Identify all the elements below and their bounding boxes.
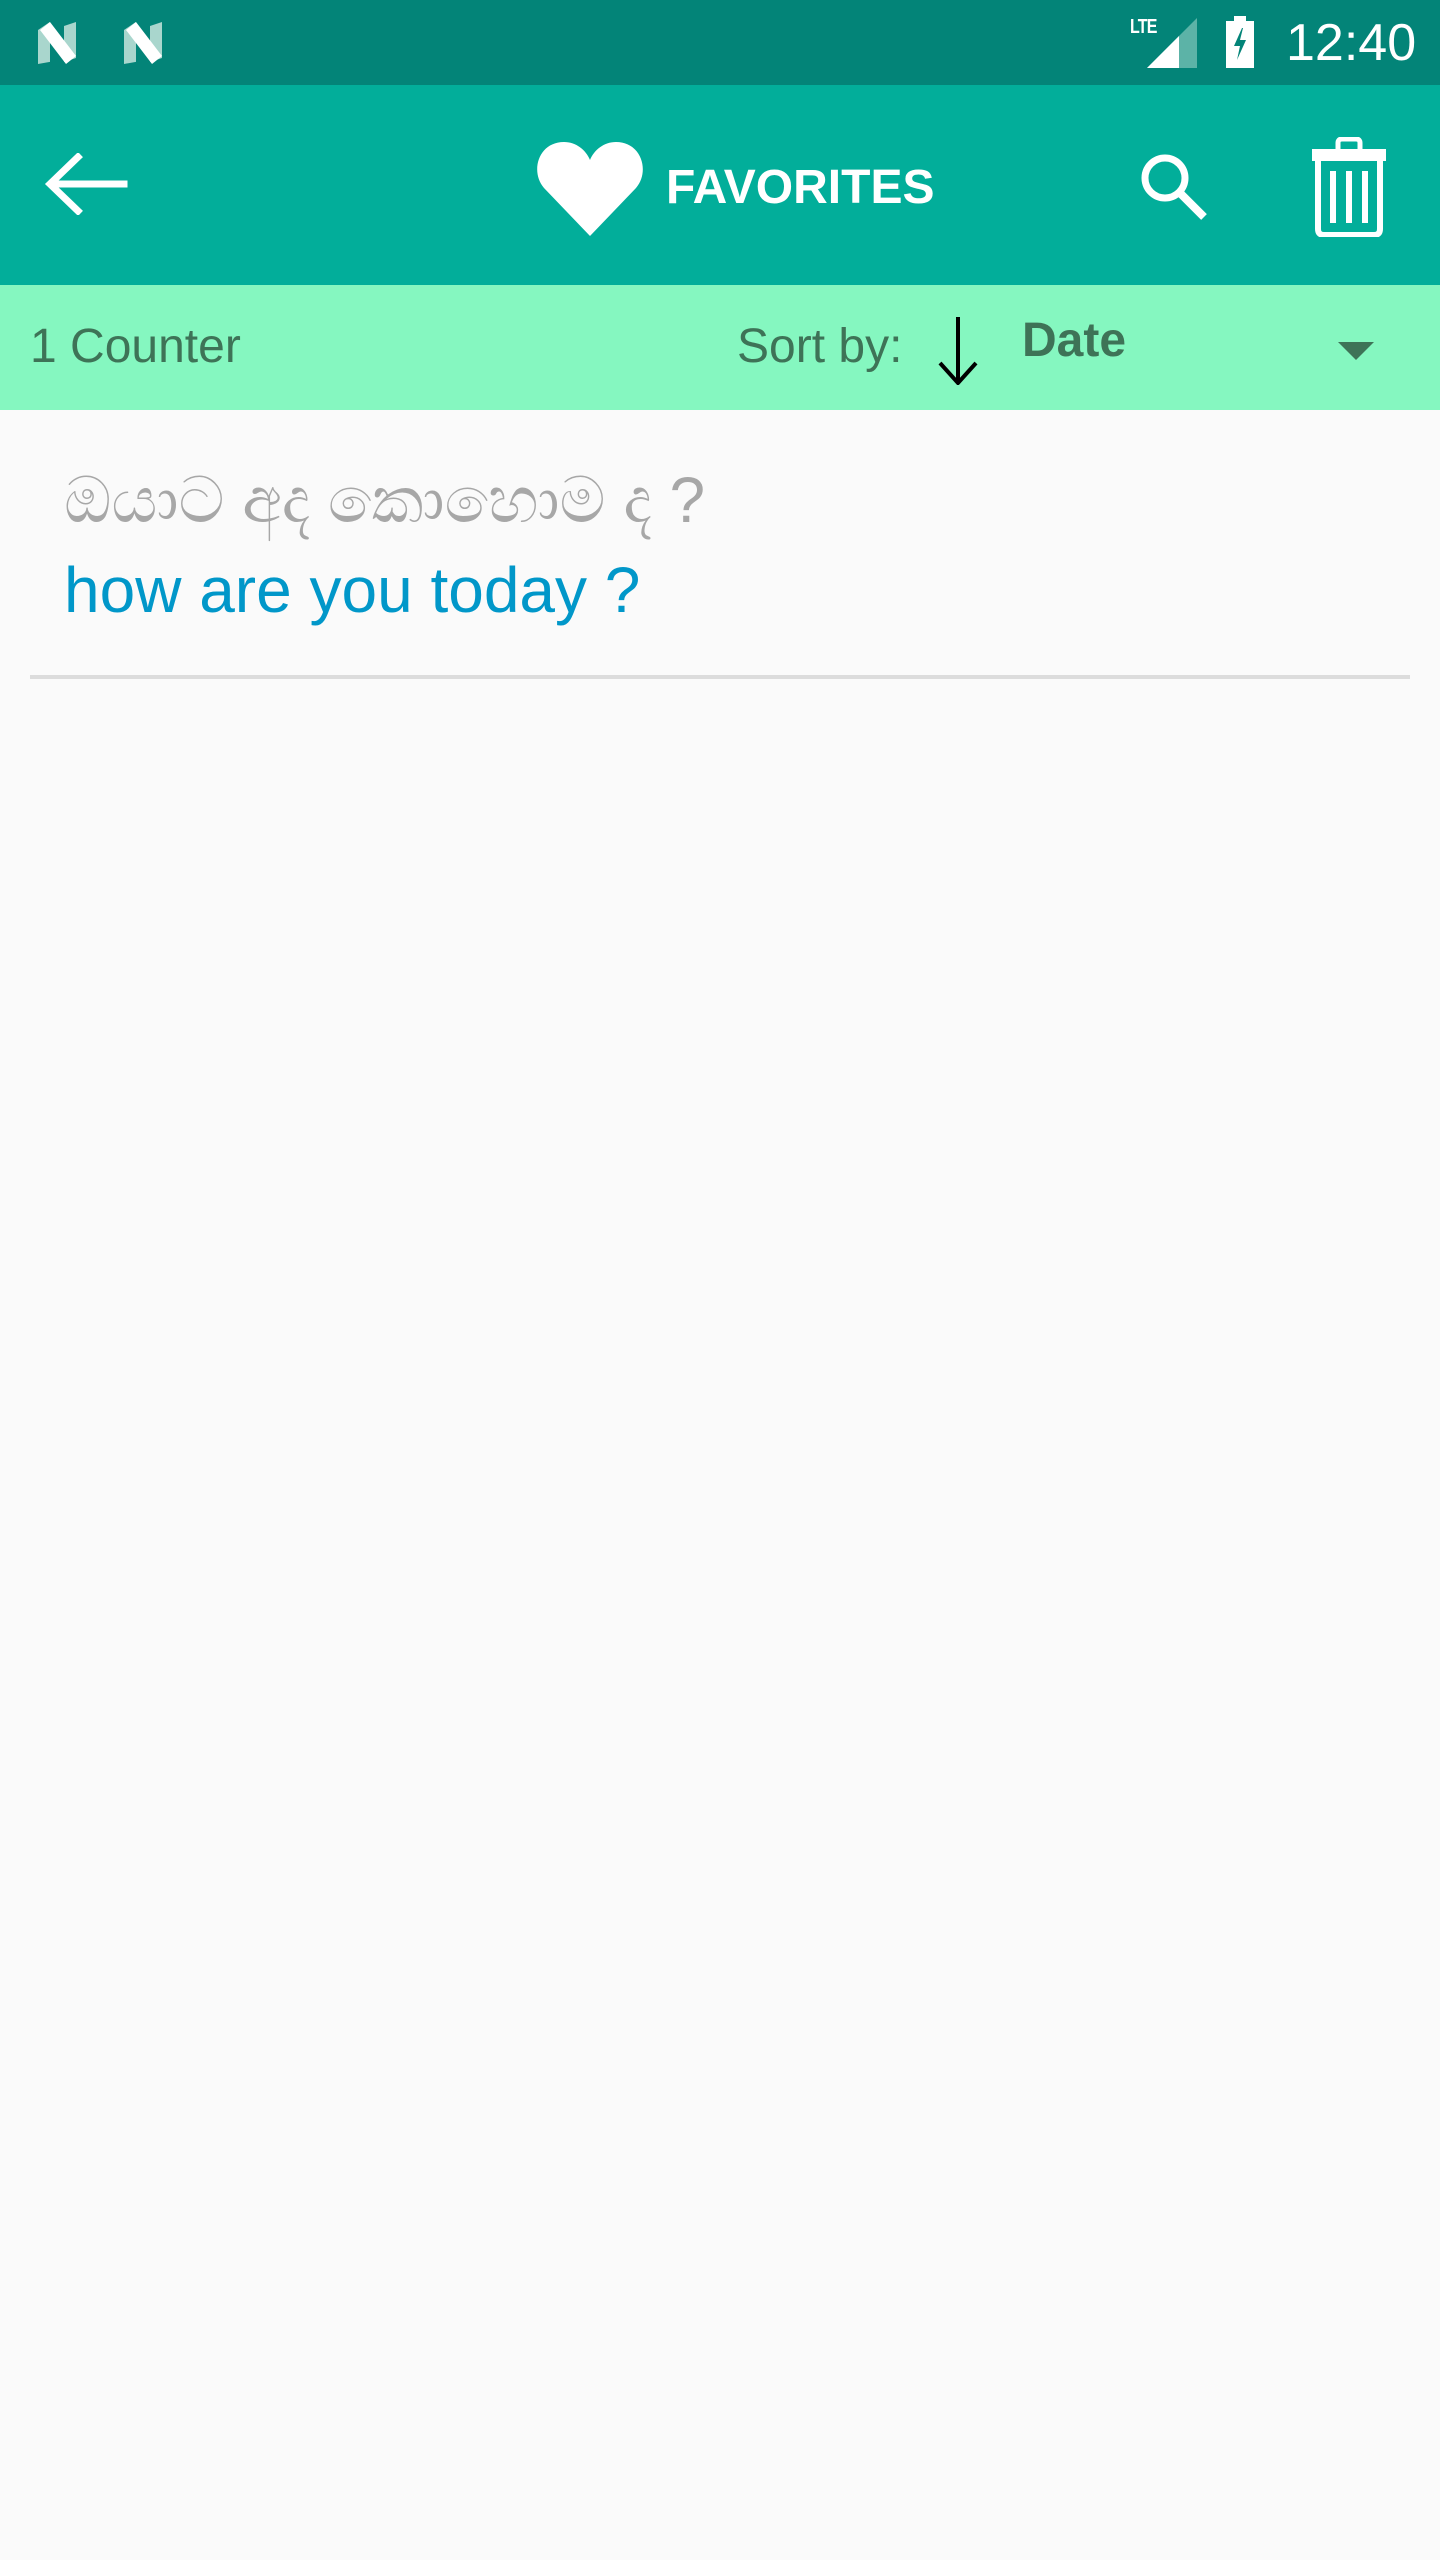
battery-charging-icon <box>1226 16 1254 68</box>
trash-icon[interactable] <box>1310 137 1388 237</box>
source-phrase: ඔයාට අද කොහොම ද ? <box>64 464 706 536</box>
list-item[interactable]: ඔයාට අද කොහොම ද ? how are you today ? <box>0 410 1440 680</box>
translated-phrase: how are you today ? <box>64 554 641 626</box>
caret-down-icon <box>1338 342 1374 360</box>
sort-dropdown[interactable]: Date <box>1020 305 1400 385</box>
arrow-left-icon[interactable] <box>44 153 128 215</box>
heart-icon <box>537 142 643 236</box>
page-title: FAVORITES <box>666 160 935 214</box>
n-notification-icon <box>124 22 162 64</box>
sort-dropdown-value: Date <box>1022 314 1127 367</box>
sort-bar: 1 Counter Sort by: Date <box>0 285 1440 410</box>
cellular-signal-icon <box>1147 18 1197 68</box>
status-bar: LTE 12:40 <box>0 0 1440 85</box>
arrow-down-icon[interactable] <box>936 315 980 385</box>
app-bar: FAVORITES <box>0 85 1440 285</box>
clock: 12:40 <box>1286 14 1417 72</box>
favorites-count: 1 Counter <box>30 320 241 373</box>
search-icon[interactable] <box>1138 151 1210 223</box>
divider <box>30 675 1410 679</box>
n-notification-icon <box>38 22 76 64</box>
favorites-list: ඔයාට අද කොහොම ද ? how are you today ? <box>0 410 1440 680</box>
sort-by-label: Sort by: <box>737 320 903 373</box>
screen-title: FAVORITES <box>536 137 934 237</box>
